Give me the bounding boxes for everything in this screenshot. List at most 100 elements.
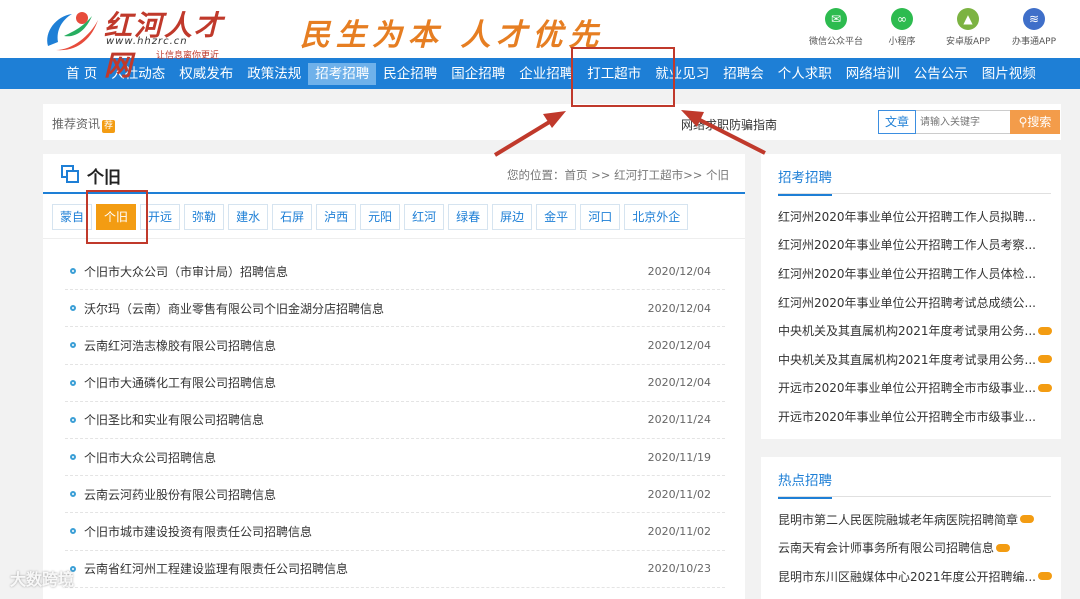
nav-item-13[interactable]: 公告公示 <box>907 63 975 85</box>
search-type-select[interactable]: 文章 <box>878 110 916 134</box>
sidebar-link[interactable]: 昆明市东川区融媒体中心2021年度公开招聘编... <box>778 562 1061 591</box>
logo-swoosh-icon <box>47 12 98 51</box>
nav-item-10[interactable]: 招聘会 <box>716 63 771 85</box>
nav-item-4[interactable]: 招考招聘 <box>308 62 377 85</box>
service-app-icon: ≋ <box>1023 8 1045 30</box>
list-item-title[interactable]: 个旧市城市建设投资有限责任公司招聘信息 <box>84 523 312 540</box>
nav-item-12[interactable]: 网络培训 <box>839 63 907 85</box>
logo-tagline: 让信息离你更近 <box>156 51 220 61</box>
list-item-date: 2020/11/24 <box>647 413 711 427</box>
watermark: 大数跨境 <box>10 570 75 589</box>
list-item-title[interactable]: 个旧市大众公司招聘信息 <box>84 449 216 466</box>
list-item[interactable]: 个旧市城市建设投资有限责任公司招聘信息 2020/11/02 <box>65 513 725 551</box>
list-item[interactable]: 个旧市大通磷化工有限公司招聘信息 2020/12/04 <box>65 365 725 402</box>
nav-item-5[interactable]: 民企招聘 <box>376 63 444 85</box>
nav-item-11[interactable]: 个人求职 <box>771 63 839 85</box>
copy-icon <box>61 165 79 183</box>
list-item-date: 2020/12/04 <box>647 301 711 315</box>
sidebar-link[interactable]: 昆明市第二人民医院融城老年病医院招聘简章 <box>778 505 1061 534</box>
bullet-icon <box>70 454 76 461</box>
site-header: 红河人才网 www.hhzrc.cn 让信息离你更近 民生为本 人才优先 ✉ 微信… <box>0 0 1080 82</box>
annotation-box-nav <box>571 47 675 107</box>
android-icon: ▲ <box>957 8 979 30</box>
list-item[interactable]: 云南红河浩志橡胶有限公司招聘信息 2020/12/04 <box>65 327 725 365</box>
sidebar-link[interactable]: 红河州2020年事业单位公开招聘工作人员体检... <box>778 259 1061 288</box>
list-item[interactable]: 沃尔玛（云南）商业零售有限公司个旧金湖分店招聘信息 2020/12/04 <box>65 290 725 328</box>
sidebar-link[interactable]: 红河州2020年事业单位公开招聘工作人员拟聘... <box>778 202 1061 231</box>
hot-badge-icon: 荐 <box>102 120 116 133</box>
city-tab-13[interactable]: 北京外企 <box>624 204 689 230</box>
page-title: 个旧 <box>87 168 121 188</box>
app-link-1[interactable]: ∞ 小程序 <box>874 8 930 47</box>
list-item[interactable]: 云南云河药业股份有限公司招聘信息 2020/11/02 <box>65 476 725 514</box>
new-badge-icon <box>1037 355 1052 364</box>
list-item-title[interactable]: 云南云河药业股份有限公司招聘信息 <box>84 486 276 503</box>
bullet-icon <box>70 528 76 535</box>
list-item-title[interactable]: 云南红河浩志橡胶有限公司招聘信息 <box>84 337 276 354</box>
bullet-icon <box>70 416 76 423</box>
logo-url: www.hhzrc.cn <box>106 36 188 47</box>
list-item[interactable]: 云南省红河州工程建设监理有限责任公司招聘信息 2020/10/23 <box>65 551 725 588</box>
city-tab-6[interactable]: 泸西 <box>316 204 357 230</box>
list-item-title[interactable]: 个旧市大众公司（市审计局）招聘信息 <box>84 263 288 280</box>
city-tab-5[interactable]: 石屏 <box>272 204 313 230</box>
bullet-icon <box>70 268 76 275</box>
recommend-bar: 推荐资讯荐 网络求职防骗指南 文章 ⚲搜索 <box>43 104 1061 140</box>
nav-item-3[interactable]: 政策法规 <box>240 63 308 85</box>
main-panel: 个旧 您的位置：首页 >> 红河打工超市>> 个旧 蒙自 个旧 开远 弥勒 建水 石屏 泸西… <box>43 154 745 599</box>
sidebar-link[interactable]: 红河州2020年事业单位公开招聘工作人员考察... <box>778 231 1061 260</box>
bullet-icon <box>70 305 76 312</box>
list-item[interactable]: 个旧市大众公司招聘信息 2020/11/19 <box>65 439 725 477</box>
city-tab-12[interactable]: 河口 <box>580 204 621 230</box>
site-logo[interactable]: 红河人才网 www.hhzrc.cn 让信息离你更近 <box>42 4 242 82</box>
city-tab-10[interactable]: 屏边 <box>492 204 533 230</box>
list-item[interactable]: 个旧圣比和实业有限公司招聘信息 2020/11/24 <box>65 402 725 439</box>
nav-item-0[interactable]: 首 页 <box>59 63 104 85</box>
bullet-icon <box>70 342 76 349</box>
app-link-3[interactable]: ≋ 办事通APP <box>1006 8 1062 47</box>
breadcrumb[interactable]: 您的位置：首页 >> 红河打工超市>> 个旧 <box>507 167 729 183</box>
search-button[interactable]: ⚲搜索 <box>1010 110 1060 134</box>
list-item-title[interactable]: 云南省红河州工程建设监理有限责任公司招聘信息 <box>84 560 348 577</box>
list-item-title[interactable]: 个旧市大通磷化工有限公司招聘信息 <box>84 374 276 391</box>
sidebar-title[interactable]: 热点招聘 <box>778 469 832 499</box>
list-item-title[interactable]: 沃尔玛（云南）商业零售有限公司个旧金湖分店招聘信息 <box>84 300 384 317</box>
app-link-0[interactable]: ✉ 微信公众平台 <box>808 8 864 47</box>
city-tab-7[interactable]: 元阳 <box>360 204 401 230</box>
divider <box>43 238 745 239</box>
bullet-icon <box>70 491 76 498</box>
job-list: 个旧市大众公司（市审计局）招聘信息 2020/12/04 沃尔玛（云南）商业零售有限… <box>65 253 725 588</box>
sidebar-link[interactable]: 中央机关及其直属机构2021年度考试录用公务... <box>778 345 1061 374</box>
list-item-date: 2020/11/02 <box>647 524 711 538</box>
list-item-title[interactable]: 个旧圣比和实业有限公司招聘信息 <box>84 411 264 428</box>
list-item-date: 2020/11/02 <box>647 487 711 501</box>
app-link-2[interactable]: ▲ 安卓版APP <box>940 8 996 47</box>
annotation-box-city <box>86 190 148 244</box>
sidebar-hot-recruitment: 热点招聘 昆明市第二人民医院融城老年病医院招聘简章 云南天宥会计师事务所有限公司招… <box>761 457 1061 599</box>
city-tab-11[interactable]: 金平 <box>536 204 577 230</box>
header-slogan: 民生为本 人才优先 <box>300 18 605 53</box>
app-links: ✉ 微信公众平台 ∞ 小程序 ▲ 安卓版APP ≋ 办事通APP <box>808 8 1062 47</box>
sidebar-title[interactable]: 招考招聘 <box>778 166 832 196</box>
new-badge-icon <box>996 543 1011 552</box>
sidebar-link[interactable]: 云南天宥会计师事务所有限公司招聘信息 <box>778 534 1061 563</box>
city-tab-4[interactable]: 建水 <box>228 204 269 230</box>
nav-item-14[interactable]: 图片视频 <box>975 63 1043 85</box>
list-item-date: 2020/12/04 <box>647 338 711 352</box>
new-badge-icon <box>1037 326 1052 335</box>
sidebar-link[interactable]: 开远市2020年事业单位公开招聘全市市级事业... <box>778 402 1061 431</box>
recommend-news-link[interactable]: 网络求职防骗指南 <box>681 116 777 133</box>
city-tab-9[interactable]: 绿春 <box>448 204 489 230</box>
city-tab-3[interactable]: 弥勒 <box>184 204 225 230</box>
list-item[interactable]: 个旧市大众公司（市审计局）招聘信息 2020/12/04 <box>65 253 725 291</box>
sidebar-link[interactable]: 红河州2020年事业单位公开招聘考试总成绩公... <box>778 288 1061 317</box>
main-header: 个旧 您的位置：首页 >> 红河打工超市>> 个旧 <box>43 154 745 194</box>
sidebar-link[interactable]: 开远市2020年事业单位公开招聘全市市级事业... <box>778 374 1061 403</box>
city-tab-8[interactable]: 红河 <box>404 204 445 230</box>
search-input[interactable] <box>916 110 1011 134</box>
recommend-label: 推荐资讯荐 <box>52 117 116 133</box>
bullet-icon <box>70 379 76 386</box>
nav-item-6[interactable]: 国企招聘 <box>444 63 512 85</box>
list-item-date: 2020/12/04 <box>647 376 711 390</box>
sidebar-link[interactable]: 中央机关及其直属机构2021年度考试录用公务... <box>778 316 1061 345</box>
